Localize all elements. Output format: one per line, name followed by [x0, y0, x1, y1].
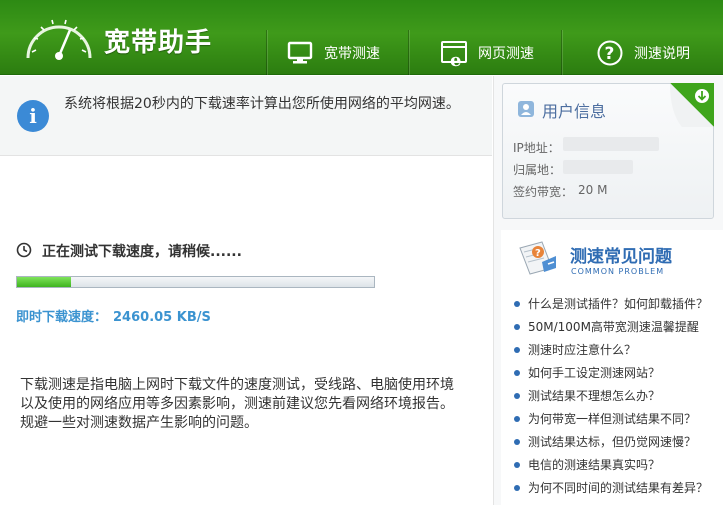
faq-link[interactable]: 测试结果达标，但仍觉网速慢？: [513, 432, 718, 455]
faq-link[interactable]: 如何手工设定测速网站？: [513, 363, 718, 386]
faq-title: 测速常见问题: [570, 247, 672, 267]
nav-separator: [561, 30, 562, 75]
faq-link[interactable]: 50M/100M高带宽测速温馨提醒: [513, 317, 718, 340]
nav-label: 网页测速: [478, 46, 534, 62]
nav-webpage-speedtest[interactable]: e 网页测速: [440, 38, 534, 68]
download-test-description: 下载测速是指电脑上网时下载文件的速度测试，受线路、电脑使用环境以及使用的网络应用…: [20, 377, 454, 431]
svg-text:?: ?: [535, 248, 541, 259]
location-label: 归属地：: [513, 163, 562, 177]
ip-address-label: IP地址：: [513, 141, 560, 155]
nav-speedtest-help[interactable]: ? 测速说明: [596, 38, 690, 68]
nav-separator: [408, 30, 409, 75]
download-corner-icon[interactable]: [670, 83, 714, 127]
bandwidth-label: 签约带宽：: [513, 185, 574, 199]
faq-link[interactable]: 电信的测速结果真实吗？: [513, 455, 718, 478]
svg-text:e: e: [450, 50, 461, 67]
clock-icon: [16, 242, 32, 258]
faq-document-icon: ?: [519, 241, 556, 275]
app-title: 宽带助手: [104, 28, 213, 58]
help-icon: ?: [597, 40, 623, 66]
download-progress-fill: [17, 277, 71, 287]
faq-link[interactable]: 什么是测试插件？如何卸载插件？: [513, 294, 718, 317]
user-info-title: 用户信息: [542, 102, 607, 121]
faq-link[interactable]: 测速时应注意什么？: [513, 340, 718, 363]
ie-browser-icon: e: [441, 41, 467, 67]
info-icon: i: [17, 100, 49, 132]
nav-label: 测速说明: [634, 46, 690, 62]
test-status-text: 正在测试下载速度，请稍候......: [42, 244, 242, 260]
faq-subtitle: COMMON PROBLEM: [571, 267, 665, 276]
faq-link[interactable]: 为何带宽一样但测试结果不同？: [513, 409, 718, 432]
ip-address-value-redacted: [563, 137, 659, 151]
faq-link[interactable]: 为何不同时间的测试结果有差异？: [513, 478, 718, 501]
info-banner: [0, 76, 492, 156]
svg-text:?: ?: [605, 44, 615, 64]
download-progress-bar: [16, 276, 375, 288]
location-value-redacted: [563, 160, 633, 174]
nav-separator: [266, 30, 267, 75]
instant-speed-readout: 即时下载速度： 2460.05 KB/S: [16, 306, 211, 325]
faq-link[interactable]: 测试结果不理想怎么办？: [513, 386, 718, 409]
speedometer-logo-icon: [26, 19, 92, 60]
nav-broadband-speedtest[interactable]: 宽带测速: [286, 38, 380, 68]
user-card-icon: [518, 101, 534, 117]
nav-label: 宽带测速: [324, 46, 380, 62]
app-header: 宽带助手 宽带测速 e 网页测速 ? 测速说明: [0, 0, 723, 75]
bandwidth-value: 20 M: [578, 183, 608, 197]
info-text: 系统将根据20秒内的下载速率计算出您所使用网络的平均网速。: [64, 96, 460, 112]
monitor-icon: [287, 41, 313, 64]
instant-speed-label: 即时下载速度：: [16, 310, 108, 325]
faq-list: 什么是测试插件？如何卸载插件？ 50M/100M高带宽测速温馨提醒 测速时应注意…: [513, 294, 718, 501]
instant-speed-value: 2460.05 KB/S: [113, 310, 211, 325]
